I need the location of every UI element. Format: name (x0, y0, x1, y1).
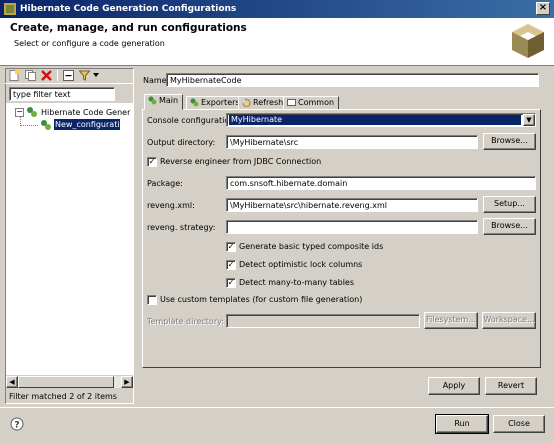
console-config-label: Console configuration: (147, 116, 238, 125)
reveng-xml-input[interactable]: \MyHibernate\src\hibernate.reveng.xml (226, 198, 478, 212)
exporters-tab-icon (190, 98, 199, 107)
output-dir-browse-button[interactable]: Browse... (483, 133, 536, 150)
filesystem-button[interactable]: Filesystem... (424, 312, 478, 329)
collapse-all-icon[interactable] (63, 70, 74, 81)
title-bar[interactable]: Hibernate Code Generation Configurations… (0, 0, 554, 18)
common-tab-icon (287, 99, 296, 106)
svg-text:?: ? (14, 421, 19, 431)
reverse-engineer-checkbox[interactable]: ✓ (147, 157, 157, 167)
refresh-tab-icon (242, 98, 251, 107)
custom-templates-checkbox[interactable] (147, 295, 157, 305)
toolbar-divider (57, 70, 58, 81)
workspace-button[interactable]: Workspace... (482, 312, 536, 329)
scroll-right-icon[interactable]: ▶ (121, 376, 133, 388)
tab-exporters[interactable]: Exporters (186, 96, 245, 110)
tab-common-label: Common (298, 98, 335, 107)
template-dir-input[interactable] (226, 314, 420, 328)
new-config-icon[interactable] (9, 70, 20, 81)
name-input[interactable]: MyHibernateCode (166, 73, 539, 87)
delete-config-icon[interactable] (41, 70, 52, 81)
output-dir-input[interactable]: \MyHibernate\src (226, 135, 478, 149)
close-button[interactable]: Close (493, 415, 545, 433)
run-button[interactable]: Run (435, 414, 489, 434)
dialog-header: Create, manage, and run configurations S… (0, 18, 554, 66)
reveng-strategy-input[interactable] (226, 220, 478, 234)
composite-ids-label: Generate basic typed composite ids (239, 242, 384, 251)
setup-button[interactable]: Setup... (483, 196, 536, 213)
filter-dropdown-icon[interactable] (93, 73, 99, 78)
reveng-xml-label: reveng.xml: (147, 201, 195, 210)
header-subtitle: Select or configure a code generation (14, 39, 165, 48)
package-input[interactable]: com.snsoft.hibernate.domain (226, 176, 536, 190)
tab-common[interactable]: Common (283, 96, 340, 110)
header-title: Create, manage, and run configurations (10, 22, 247, 34)
reverse-engineer-label: Reverse engineer from JDBC Connection (160, 157, 322, 166)
tab-exporters-label: Exporters (201, 98, 240, 107)
main-tab-icon (148, 96, 157, 105)
composite-ids-checkbox[interactable]: ✓ (226, 242, 236, 252)
hibernate-app-icon (4, 3, 16, 15)
left-toolbar-separator (5, 83, 134, 84)
config-tree[interactable] (6, 103, 133, 375)
help-icon[interactable]: ? (10, 417, 24, 431)
tree-item-hibernate-codegen[interactable]: Hibernate Code Generation (41, 108, 131, 117)
chevron-down-icon[interactable]: ▼ (523, 114, 535, 126)
template-dir-label: Template directory: (147, 317, 224, 326)
many-to-many-checkbox[interactable]: ✓ (226, 278, 236, 288)
scroll-thumb[interactable] (18, 376, 114, 388)
output-dir-label: Output directory: (147, 138, 216, 147)
duplicate-config-icon[interactable] (25, 70, 36, 81)
console-config-select[interactable]: MyHibernate ▼ (226, 113, 536, 127)
window-title: Hibernate Code Generation Configurations (20, 4, 237, 14)
tree-horizontal-scrollbar[interactable]: ◀ ▶ (6, 376, 133, 388)
apply-button[interactable]: Apply (428, 377, 480, 395)
left-toolbar (9, 70, 109, 82)
tree-collapse-toggle[interactable]: − (15, 108, 24, 117)
reveng-strategy-browse-button[interactable]: Browse... (483, 218, 536, 235)
scroll-left-icon[interactable]: ◀ (6, 376, 18, 388)
hibernate-logo-icon (512, 24, 544, 58)
footer-separator (0, 407, 554, 408)
optimistic-lock-checkbox[interactable]: ✓ (226, 260, 236, 270)
custom-templates-label: Use custom templates (for custom file ge… (160, 295, 363, 304)
tab-main-label: Main (159, 96, 179, 105)
revert-button[interactable]: Revert (485, 377, 537, 395)
many-to-many-label: Detect many-to-many tables (239, 278, 355, 287)
console-config-value: MyHibernate (229, 115, 521, 125)
close-window-icon[interactable]: × (536, 2, 550, 15)
tab-main[interactable]: Main (144, 94, 184, 110)
optimistic-lock-label: Detect optimistic lock columns (239, 260, 363, 269)
tab-refresh[interactable]: Refresh (238, 96, 289, 110)
tab-refresh-label: Refresh (253, 98, 284, 107)
config-item-icon (41, 120, 51, 130)
tree-line (20, 125, 38, 126)
reveng-strategy-label: reveng. strategy: (147, 223, 216, 232)
hibernate-codegen-icon (27, 107, 37, 117)
filter-status: Filter matched 2 of 2 items (9, 392, 117, 401)
package-label: Package: (147, 179, 183, 188)
tree-item-new-configuration[interactable]: New_configuration (54, 119, 130, 130)
filter-icon[interactable] (79, 70, 90, 81)
filter-input[interactable]: type filter text (9, 87, 115, 101)
